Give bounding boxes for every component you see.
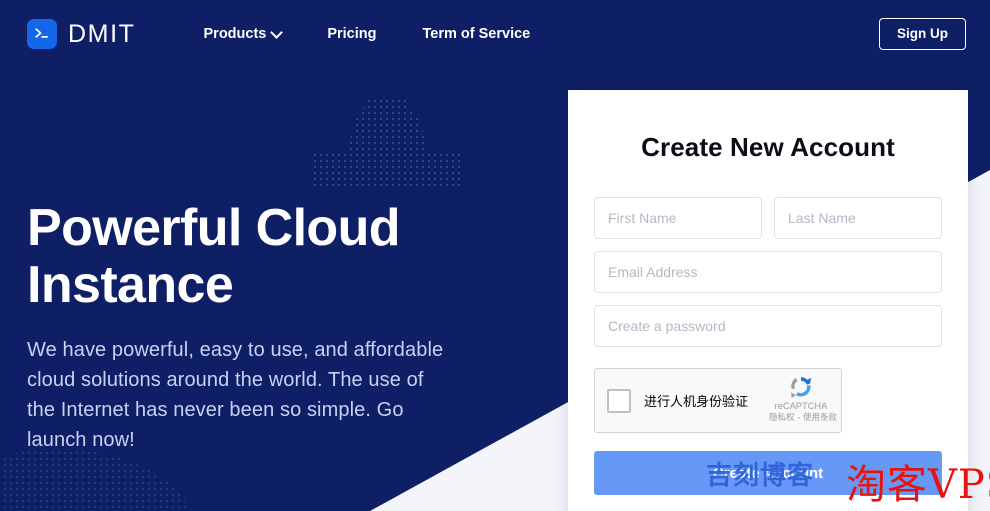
nav-item-term-of-service[interactable]: Term of Service <box>423 20 531 48</box>
nav-item-pricing-label: Pricing <box>327 26 376 42</box>
hero-subtitle: We have powerful, easy to use, and affor… <box>27 335 457 455</box>
nav-item-products[interactable]: Products <box>204 20 282 48</box>
chevron-down-icon <box>272 28 281 37</box>
recaptcha-circular-arrow-icon <box>788 374 814 400</box>
recaptcha-wordmark: reCAPTCHA <box>769 401 833 411</box>
signup-card: Create New Account 进行人机身份验证 reCAPTCHA 隐私… <box>568 90 968 511</box>
main-nav: Products Pricing Term of Service <box>204 20 531 48</box>
email-input[interactable] <box>594 251 942 293</box>
password-field-row <box>594 305 942 347</box>
site-header: DMIT Products Pricing Term of Service Si… <box>0 0 990 68</box>
sign-up-button[interactable]: Sign Up <box>879 18 966 50</box>
first-name-input[interactable] <box>594 197 762 239</box>
brand-name: DMIT <box>68 20 136 49</box>
hero-title-line2: Instance <box>27 256 233 314</box>
signup-form-fields <box>594 197 942 347</box>
brand-logo[interactable]: DMIT <box>27 19 136 49</box>
nav-item-pricing[interactable]: Pricing <box>327 20 376 48</box>
recaptcha-terms[interactable]: 隐私权 - 使用条款 <box>769 411 833 423</box>
hero-section: Powerful Cloud Instance We have powerful… <box>27 200 457 455</box>
decorative-dot-cloud <box>312 98 460 186</box>
recaptcha-widget[interactable]: 进行人机身份验证 reCAPTCHA 隐私权 - 使用条款 <box>594 368 842 433</box>
nav-item-tos-label: Term of Service <box>423 26 531 42</box>
card-title: Create New Account <box>594 90 942 163</box>
create-account-button[interactable]: Create Account <box>594 451 942 495</box>
recaptcha-checkbox[interactable] <box>607 389 631 413</box>
email-field-row <box>594 251 942 293</box>
hero-title-line1: Powerful Cloud <box>27 199 400 257</box>
password-input[interactable] <box>594 305 942 347</box>
nav-item-products-label: Products <box>204 26 267 42</box>
terminal-prompt-icon <box>27 19 57 49</box>
name-field-row <box>594 197 942 239</box>
recaptcha-label: 进行人机身份验证 <box>644 391 748 410</box>
recaptcha-branding: reCAPTCHA 隐私权 - 使用条款 <box>769 374 833 423</box>
hero-title: Powerful Cloud Instance <box>27 200 457 313</box>
last-name-input[interactable] <box>774 197 942 239</box>
